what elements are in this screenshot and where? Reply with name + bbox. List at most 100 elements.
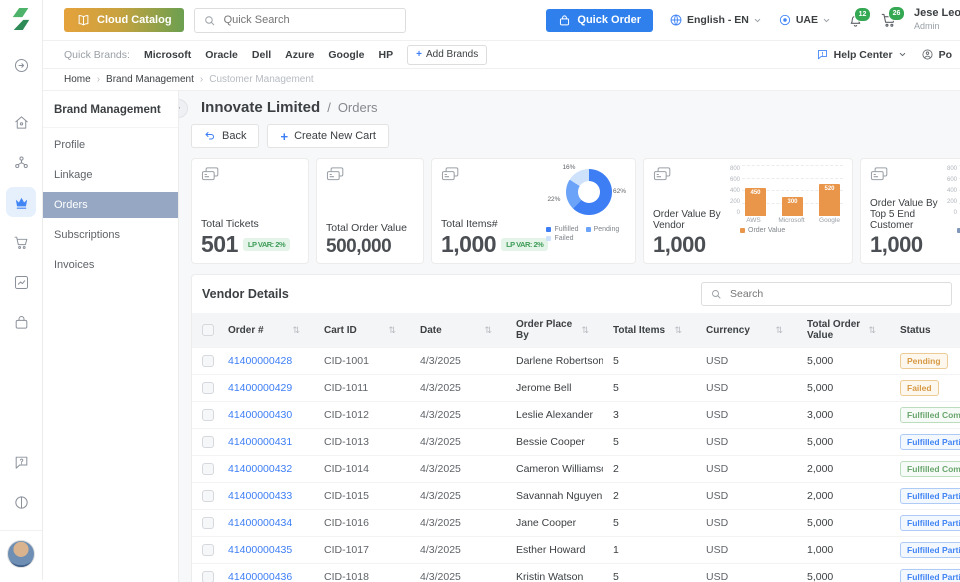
sort-icon[interactable]: ⇅ <box>581 325 589 336</box>
column-header: Order # <box>228 325 264 336</box>
create-new-cart-button[interactable]: + Create New Cart <box>267 124 389 148</box>
legend-item: Pending <box>586 226 620 233</box>
currency: USD <box>696 375 797 402</box>
crown-icon[interactable] <box>6 187 36 217</box>
reports-icon[interactable] <box>6 267 36 297</box>
org-hierarchy-icon[interactable] <box>6 147 36 177</box>
contrast-icon[interactable] <box>6 487 36 517</box>
sort-icon[interactable]: ⇅ <box>292 325 300 336</box>
row-checkbox[interactable] <box>202 490 214 502</box>
sort-icon[interactable]: ⇅ <box>484 325 492 336</box>
quick-search-box[interactable] <box>194 8 406 33</box>
kpi-card-total-tickets: Total Tickets 501 LP VAR: 2% <box>191 158 309 264</box>
sort-icon[interactable]: ⇅ <box>775 325 783 336</box>
bag-icon[interactable] <box>6 307 36 337</box>
cart-id: CID-1001 <box>314 348 410 375</box>
collapse-sidebar-button[interactable]: › <box>179 99 188 118</box>
order-number-link[interactable]: 41400000429 <box>218 375 314 402</box>
order-date: 4/3/2025 <box>410 564 506 582</box>
table-search-box[interactable] <box>701 282 952 306</box>
row-checkbox[interactable] <box>202 382 214 394</box>
help-center-menu[interactable]: Help Center <box>816 48 907 61</box>
table-row: 41400000432CID-10144/3/2025Cameron Willi… <box>192 456 960 483</box>
order-number-link[interactable]: 41400000433 <box>218 483 314 510</box>
vendor-details-panel: Vendor Details Order #⇅Cart ID⇅Date⇅Orde… <box>191 274 960 582</box>
quick-brand-dell[interactable]: Dell <box>252 49 271 61</box>
cart-rail-icon[interactable] <box>6 227 36 257</box>
user-avatar[interactable] <box>7 540 35 568</box>
total-items: 2 <box>603 456 696 483</box>
expand-sidebar-icon[interactable] <box>6 50 36 80</box>
card-label: Total Order Value <box>326 222 414 234</box>
back-button[interactable]: Back <box>191 124 259 148</box>
order-number-link[interactable]: 41400000434 <box>218 510 314 537</box>
app-logo[interactable] <box>10 7 32 31</box>
sidebar-item-subscriptions[interactable]: Subscriptions <box>42 222 178 248</box>
user-menu[interactable]: Jese Leo Admin <box>914 7 960 32</box>
sidebar-item-invoices[interactable]: Invoices <box>42 252 178 278</box>
total-order-value: 2,000 <box>797 456 890 483</box>
cart-id: CID-1018 <box>314 564 410 582</box>
table-row: 41400000430CID-10124/3/2025Leslie Alexan… <box>192 402 960 429</box>
status-badge: Fulfilled Completely <box>900 461 960 477</box>
x-axis-labels: AWSMicrosoftGoogle <box>740 216 843 224</box>
person-circle-icon <box>921 48 934 61</box>
add-brands-button[interactable]: + Add Brands <box>407 45 487 65</box>
sort-icon[interactable]: ⇅ <box>868 325 876 336</box>
region-selector[interactable]: UAE <box>778 13 831 27</box>
quick-search-input[interactable] <box>222 13 397 27</box>
breadcrumb-separator: › <box>200 74 203 85</box>
sidebar-item-orders[interactable]: Orders <box>42 192 178 218</box>
bar-aws: 450 <box>745 188 766 216</box>
row-checkbox[interactable] <box>202 517 214 529</box>
sidebar-item-profile[interactable]: Profile <box>42 132 178 158</box>
support-chat-icon[interactable] <box>6 447 36 477</box>
row-checkbox[interactable] <box>202 409 214 421</box>
order-number-link[interactable]: 41400000430 <box>218 402 314 429</box>
portal-menu[interactable]: Po <box>921 48 952 61</box>
order-number-link[interactable]: 41400000428 <box>218 348 314 375</box>
order-number-link[interactable]: 41400000436 <box>218 564 314 582</box>
row-checkbox[interactable] <box>202 544 214 556</box>
total-items: 5 <box>603 510 696 537</box>
notification-count-badge: 12 <box>854 7 871 22</box>
card-label: Order Value By Vendor <box>653 209 723 231</box>
breadcrumb-item[interactable]: Brand Management <box>106 74 194 85</box>
quick-brand-google[interactable]: Google <box>328 49 364 61</box>
chart-legend: Order Value <box>740 227 843 234</box>
currency: USD <box>696 537 797 564</box>
quick-brand-azure[interactable]: Azure <box>285 49 314 61</box>
notifications-button[interactable]: 12 <box>847 12 864 29</box>
bar-microsoft: 300 <box>782 197 803 216</box>
cart-id: CID-1011 <box>314 375 410 402</box>
breadcrumb-item[interactable]: Home <box>64 74 91 85</box>
order-number-link[interactable]: 41400000431 <box>218 429 314 456</box>
quick-brands-bar: Quick Brands: MicrosoftOracleDellAzureGo… <box>42 41 960 69</box>
card-label: Total Tickets <box>201 218 299 230</box>
select-all-checkbox[interactable] <box>202 324 214 336</box>
order-number-link[interactable]: 41400000435 <box>218 537 314 564</box>
order-date: 4/3/2025 <box>410 483 506 510</box>
add-brands-label: Add Brands <box>426 49 478 60</box>
cart-id: CID-1012 <box>314 402 410 429</box>
row-checkbox[interactable] <box>202 355 214 367</box>
quick-brand-hp[interactable]: HP <box>379 49 394 61</box>
quick-brand-oracle[interactable]: Oracle <box>205 49 238 61</box>
quick-order-button[interactable]: Quick Order <box>546 9 653 32</box>
order-number-link[interactable]: 41400000432 <box>218 456 314 483</box>
row-checkbox[interactable] <box>202 463 214 475</box>
row-checkbox[interactable] <box>202 436 214 448</box>
row-checkbox[interactable] <box>202 571 214 582</box>
sort-icon[interactable]: ⇅ <box>674 325 682 336</box>
quick-brand-microsoft[interactable]: Microsoft <box>144 49 191 61</box>
cart-button[interactable]: 26 <box>880 11 898 29</box>
table-search-input[interactable] <box>728 287 943 301</box>
sidebar-item-linkage[interactable]: Linkage <box>42 162 178 188</box>
home-icon[interactable] <box>6 107 36 137</box>
cloud-catalog-button[interactable]: Cloud Catalog <box>64 8 184 32</box>
sort-icon[interactable]: ⇅ <box>388 325 396 336</box>
language-selector[interactable]: English - EN <box>669 13 762 27</box>
total-order-value: 5,000 <box>797 564 890 582</box>
currency: USD <box>696 456 797 483</box>
panel-title: Vendor Details <box>202 287 289 301</box>
